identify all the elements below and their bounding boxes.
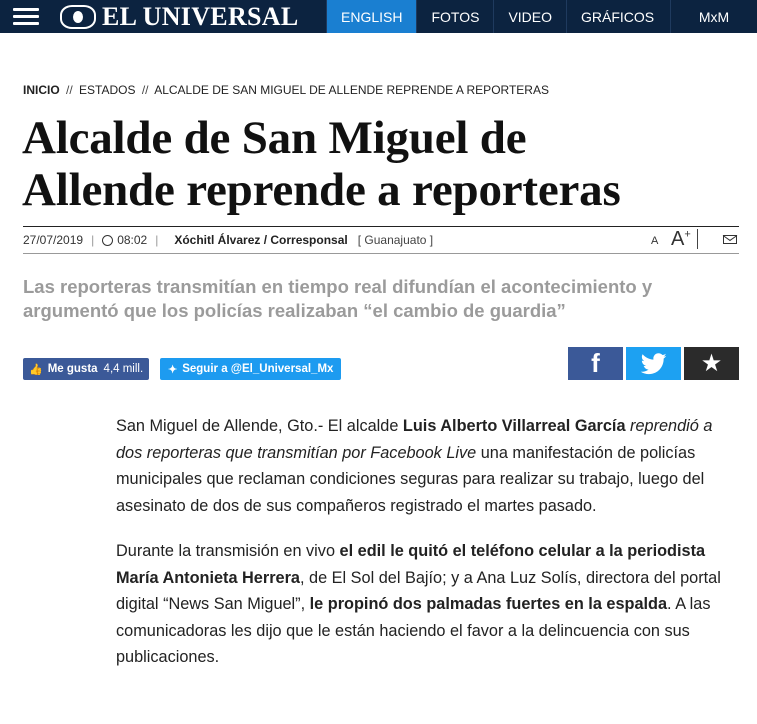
logo-text: EL UNIVERSAL — [102, 1, 299, 31]
nav-graficos[interactable]: GRÁFICOS — [566, 0, 668, 33]
share-twitter-button[interactable] — [626, 347, 681, 380]
breadcrumb-separator: // — [141, 83, 149, 97]
email-icon[interactable] — [723, 235, 737, 244]
location-tag[interactable]: [ Guanajuato ] — [358, 233, 433, 247]
star-icon: ★ — [700, 350, 723, 377]
breadcrumb-home[interactable]: INICIO — [23, 83, 60, 97]
article-meta-bar: 27/07/2019 | 08:02 | Xóchitl Álvarez / C… — [23, 226, 739, 254]
breadcrumb-current: ALCALDE DE SAN MIGUEL DE ALLENDE REPREND… — [154, 83, 549, 97]
breadcrumb-separator: // — [66, 83, 73, 97]
breadcrumb: INICIO // ESTADOS // ALCALDE DE SAN MIGU… — [23, 83, 549, 97]
twitter-icon — [640, 352, 667, 374]
publish-time: 08:02 — [117, 233, 148, 247]
twitter-follow-button[interactable]: ✦ Seguir a @El_Universal_Mx — [160, 358, 342, 380]
author-link[interactable]: Xóchitl Álvarez / Corresponsal — [174, 233, 347, 247]
like-label: Me gusta — [47, 363, 98, 375]
font-decrease-button[interactable]: A — [651, 235, 658, 247]
article-title: Alcalde de San Miguel de Allende reprend… — [22, 112, 742, 216]
like-count: 4,4 mill. — [103, 363, 144, 375]
nav-mxm[interactable]: MxM — [670, 0, 757, 33]
menu-icon[interactable] — [0, 0, 52, 33]
font-increase-button[interactable]: A+ — [671, 228, 691, 251]
article-summary: Las reporteras transmitían en tiempo rea… — [23, 276, 653, 321]
follow-label: Seguir a @El_Universal_Mx — [182, 363, 334, 375]
thumbs-up-icon: 👍 — [29, 363, 43, 376]
site-logo[interactable]: EL UNIVERSAL — [52, 0, 326, 33]
eagle-emblem-icon — [60, 4, 96, 29]
publish-date: 27/07/2019 — [23, 233, 84, 247]
article-title-line2: Allende reprende a reporteras — [22, 164, 621, 216]
facebook-like-button[interactable]: 👍 Me gusta 4,4 mill. — [23, 358, 150, 380]
article-title-line1: Alcalde de San Miguel de — [22, 112, 527, 164]
twitter-bird-icon: ✦ — [168, 363, 178, 376]
nav-fotos[interactable]: FOTOS — [416, 0, 493, 33]
favorite-button[interactable]: ★ — [684, 347, 739, 380]
nav-english[interactable]: ENGLISH — [326, 0, 417, 33]
share-facebook-button[interactable]: f — [568, 347, 623, 380]
facebook-icon: f — [591, 348, 600, 378]
breadcrumb-section[interactable]: ESTADOS — [79, 83, 135, 97]
top-navigation-bar: EL UNIVERSAL ENGLISH FOTOS VIDEO GRÁFICO… — [0, 0, 757, 33]
article-paragraph: Durante la transmisión en vivo el edil l… — [116, 542, 721, 666]
section-nav: ENGLISH FOTOS VIDEO GRÁFICOS — [326, 0, 668, 33]
clock-icon — [102, 234, 114, 246]
nav-video[interactable]: VIDEO — [493, 0, 566, 33]
article-body: San Miguel de Allende, Gto.- El alcalde … — [116, 413, 736, 690]
article-paragraph: San Miguel de Allende, Gto.- El alcalde … — [116, 417, 713, 515]
